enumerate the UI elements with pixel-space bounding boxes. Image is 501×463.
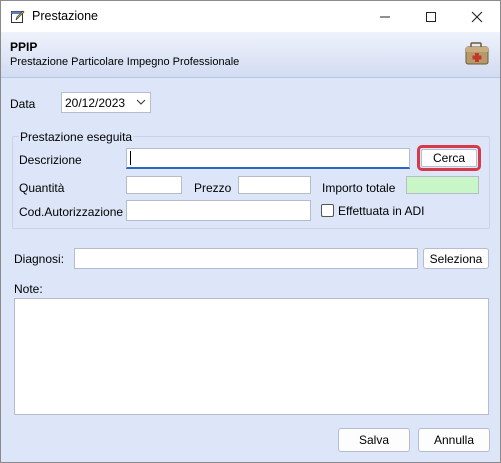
close-button[interactable] [454,1,500,32]
total-label: Importo totale [322,181,396,195]
diagnosis-input[interactable] [74,248,418,269]
medical-kit-icon [464,41,490,67]
maximize-button[interactable] [408,1,454,32]
dialog-header: PPIP Prestazione Particolare Impegno Pro… [1,32,500,78]
chevron-down-icon[interactable] [136,96,146,108]
select-button[interactable]: Seleziona [423,248,489,269]
minimize-button[interactable] [362,1,408,32]
total-field [406,176,479,194]
group-title: Prestazione eseguita [19,130,134,144]
date-value: 20/12/2023 [65,96,126,110]
search-button[interactable]: Cerca [421,149,477,167]
prestazione-window: Prestazione PPIP Prestazione Particolare… [0,0,501,463]
authorization-input[interactable] [126,200,311,221]
diagnosis-label: Diagnosi: [14,252,65,266]
cancel-button[interactable]: Annulla [418,428,490,452]
price-label: Prezzo [194,181,232,195]
window-title: Prestazione [32,9,99,23]
description-input[interactable] [126,148,410,169]
price-input[interactable] [238,176,311,194]
quantity-label: Quantità [19,181,65,195]
adi-checkbox[interactable] [321,204,334,217]
notes-label: Note: [14,282,43,296]
adi-label: Effettuata in ADI [338,204,425,218]
save-button[interactable]: Salva [338,428,410,452]
description-label: Descrizione [19,153,82,167]
notes-textarea[interactable] [14,298,489,415]
authorization-label: Cod.Autorizzazione [19,205,124,219]
quantity-input[interactable] [126,176,182,194]
text-cursor [130,151,131,165]
header-subtitle: Prestazione Particolare Impegno Professi… [10,56,240,68]
header-title: PPIP [10,40,38,54]
title-bar[interactable]: Prestazione [1,1,500,32]
date-picker[interactable]: 20/12/2023 [61,92,151,113]
edit-window-icon [11,9,25,23]
date-label: Data [10,97,36,111]
search-button-highlight: Cerca [417,145,481,171]
